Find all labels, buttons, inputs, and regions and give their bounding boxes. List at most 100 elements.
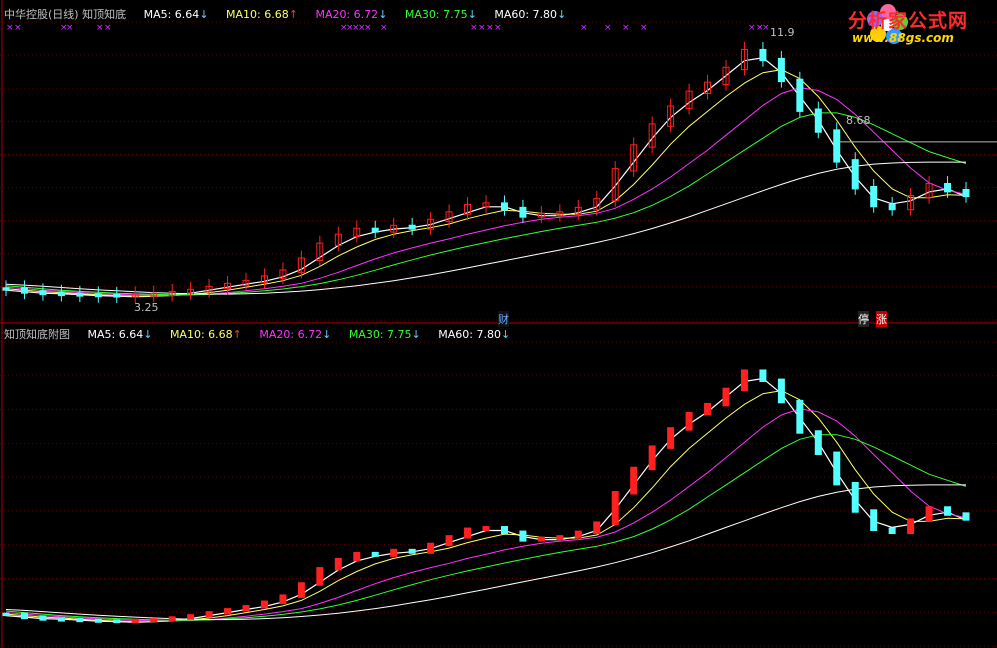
bottom-candle (371, 551, 379, 557)
bottom-ma10-line (5, 390, 967, 623)
top-ma20-label: MA20: 6.72↓ (315, 8, 388, 21)
chart-window: × × × × × × × × × × × × × × × × × × × × × × × 中华控股(日线) 知顶知底 MA… (0, 0, 997, 648)
signal-cross-marker: × (622, 23, 630, 33)
bottom-ma10-label: MA10: 6.68↑ (169, 328, 242, 341)
top-candle (851, 159, 859, 190)
bottom-ma60-line (5, 484, 966, 621)
event-zhang-marker[interactable]: 涨 (876, 311, 887, 327)
event-ting-marker[interactable]: 停 (858, 311, 869, 327)
ref-price-label: 8.68 (846, 114, 871, 127)
bottom-candle (408, 548, 416, 554)
top-candle (814, 108, 822, 133)
bottom-candle (962, 512, 970, 521)
bottom-candle (57, 617, 65, 622)
signal-cross-marker: × (96, 23, 104, 33)
bottom-candle (759, 369, 767, 383)
signal-cross-marker: × (66, 23, 74, 33)
bottom-candle (814, 430, 822, 455)
bottom-candle (519, 530, 527, 542)
bottom-candle (740, 369, 748, 392)
bottom-candle (224, 608, 232, 615)
bottom-candle (574, 530, 582, 539)
bottom-candle (445, 535, 453, 547)
top-candle (519, 206, 527, 218)
bottom-candle (667, 427, 675, 449)
signal-cross-marker: × (104, 23, 112, 33)
bottom-ma30-label: MA30: 7.75↓ (348, 328, 421, 341)
bottom-candle (556, 535, 564, 541)
bottom-panel-header: 知顶知底附图 MA5: 6.64↓ MA10: 6.68↑ MA20: 6.72… (4, 326, 524, 342)
bottom-candle (113, 619, 121, 624)
signal-cross-marker: × (478, 23, 486, 33)
bottom-candle (2, 612, 10, 617)
signal-cross-marker: × (6, 23, 14, 33)
bottom-candle (925, 506, 933, 522)
bottom-candle (297, 582, 305, 598)
signal-cross-marker: × (748, 23, 756, 33)
bottom-candle (537, 536, 545, 542)
signal-cross-marker: × (494, 23, 502, 33)
top-candle (500, 202, 508, 211)
top-candle (944, 183, 952, 193)
top-candle (20, 287, 28, 294)
bottom-ma5-line (5, 377, 967, 623)
event-cai-marker[interactable]: 财 (498, 311, 509, 327)
top-candle (870, 185, 878, 208)
top-candle (759, 48, 767, 62)
signal-cross-marker: × (14, 23, 22, 33)
bottom-candle (168, 616, 176, 622)
bottom-candle (500, 526, 508, 535)
signal-cross-marker: × (380, 23, 388, 33)
top-ma30-label: MA30: 7.75↓ (404, 8, 477, 21)
bottom-candle (722, 387, 730, 407)
bottom-candle (260, 600, 268, 609)
bottom-candle (944, 506, 952, 516)
bottom-candle (94, 618, 102, 623)
top-candle (888, 203, 896, 211)
bottom-panel-title: 知顶知底附图 (4, 328, 70, 341)
bottom-candle (76, 618, 84, 623)
bottom-candle (334, 557, 342, 571)
signal-cross-marker: × (762, 23, 770, 33)
bottom-candle (777, 378, 785, 404)
bottom-candle (685, 412, 693, 431)
signal-cross-marker: × (580, 23, 588, 33)
bottom-candle (390, 548, 398, 557)
bottom-candle (704, 402, 712, 416)
bottom-candle (39, 615, 47, 621)
bottom-candle (150, 618, 158, 623)
top-candle (39, 290, 47, 296)
top-panel-header: 中华控股(日线) 知顶知底 MA5: 6.64↓ MA10: 6.68↑ MA2… (4, 6, 580, 22)
bottom-candle (187, 614, 195, 620)
top-ma5-line (5, 57, 967, 298)
top-candle (833, 129, 841, 163)
top-ma10-line (5, 69, 967, 297)
bottom-candle (888, 527, 896, 535)
top-candle (777, 57, 785, 83)
top-candle (2, 287, 10, 291)
signal-cross-marker: × (470, 23, 478, 33)
bottom-candle (796, 399, 804, 434)
bottom-candle (833, 451, 841, 486)
top-candle (57, 291, 65, 297)
bottom-candle (316, 567, 324, 586)
logo-url: www.88gs.com (852, 31, 954, 45)
top-candle (962, 188, 970, 198)
top-ma5-label: MA5: 6.64↓ (143, 8, 209, 21)
bottom-candle (464, 527, 472, 539)
top-panel-title: 中华控股(日线) 知顶知底 (4, 8, 127, 21)
bottom-ma5-label: MA5: 6.64↓ (87, 328, 153, 341)
bottom-candle (630, 466, 638, 495)
bottom-candle (851, 481, 859, 513)
bottom-candle (593, 521, 601, 535)
bottom-candle (427, 542, 435, 554)
top-ma60-label: MA60: 7.80↓ (494, 8, 567, 21)
top-candle (408, 224, 416, 230)
bottom-ma20-label: MA20: 6.72↓ (259, 328, 332, 341)
bottom-candle (20, 612, 28, 620)
signal-cross-marker: × (486, 23, 494, 33)
top-candle (76, 292, 84, 297)
bottom-candle (870, 509, 878, 531)
bottom-candle (242, 605, 250, 612)
signal-cross-marker: × (364, 23, 372, 33)
